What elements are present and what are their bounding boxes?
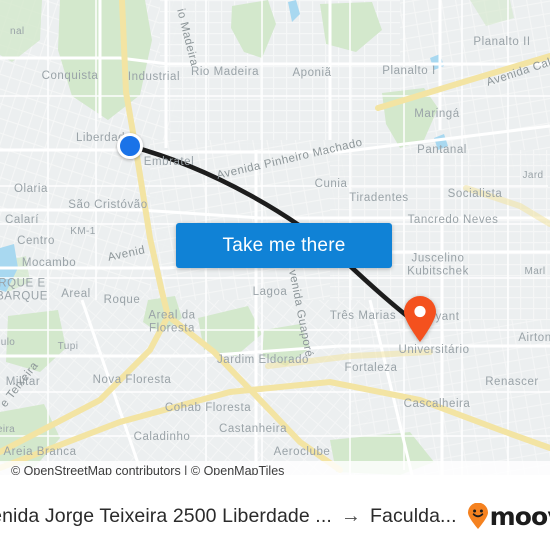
trip-summary: Avenida Jorge Teixeira 2500 Liberdade ..… [0, 505, 457, 528]
origin-marker[interactable] [117, 133, 143, 159]
bottom-bar: Avenida Jorge Teixeira 2500 Liberdade ..… [0, 482, 550, 550]
trip-origin-label: Avenida Jorge Teixeira 2500 Liberdade ..… [0, 504, 332, 527]
trip-destination-label: Faculda... [369, 504, 457, 527]
map-attribution[interactable]: © OpenStreetMap contributors | © OpenMap… [0, 461, 550, 475]
take-me-there-button[interactable]: Take me there [176, 223, 392, 268]
moovit-wordmark: moovit [489, 501, 550, 531]
moovit-logo[interactable]: moovit [467, 503, 550, 529]
moovit-map-screen: nal Conquista Industrial Rio Madeira Aponiã P… [0, 0, 550, 550]
map-canvas[interactable]: nal Conquista Industrial Rio Madeira Aponiã P… [0, 0, 550, 475]
arrow-right-icon: → [340, 505, 361, 527]
destination-pin[interactable] [402, 296, 438, 342]
moovit-pin-icon [467, 503, 488, 529]
